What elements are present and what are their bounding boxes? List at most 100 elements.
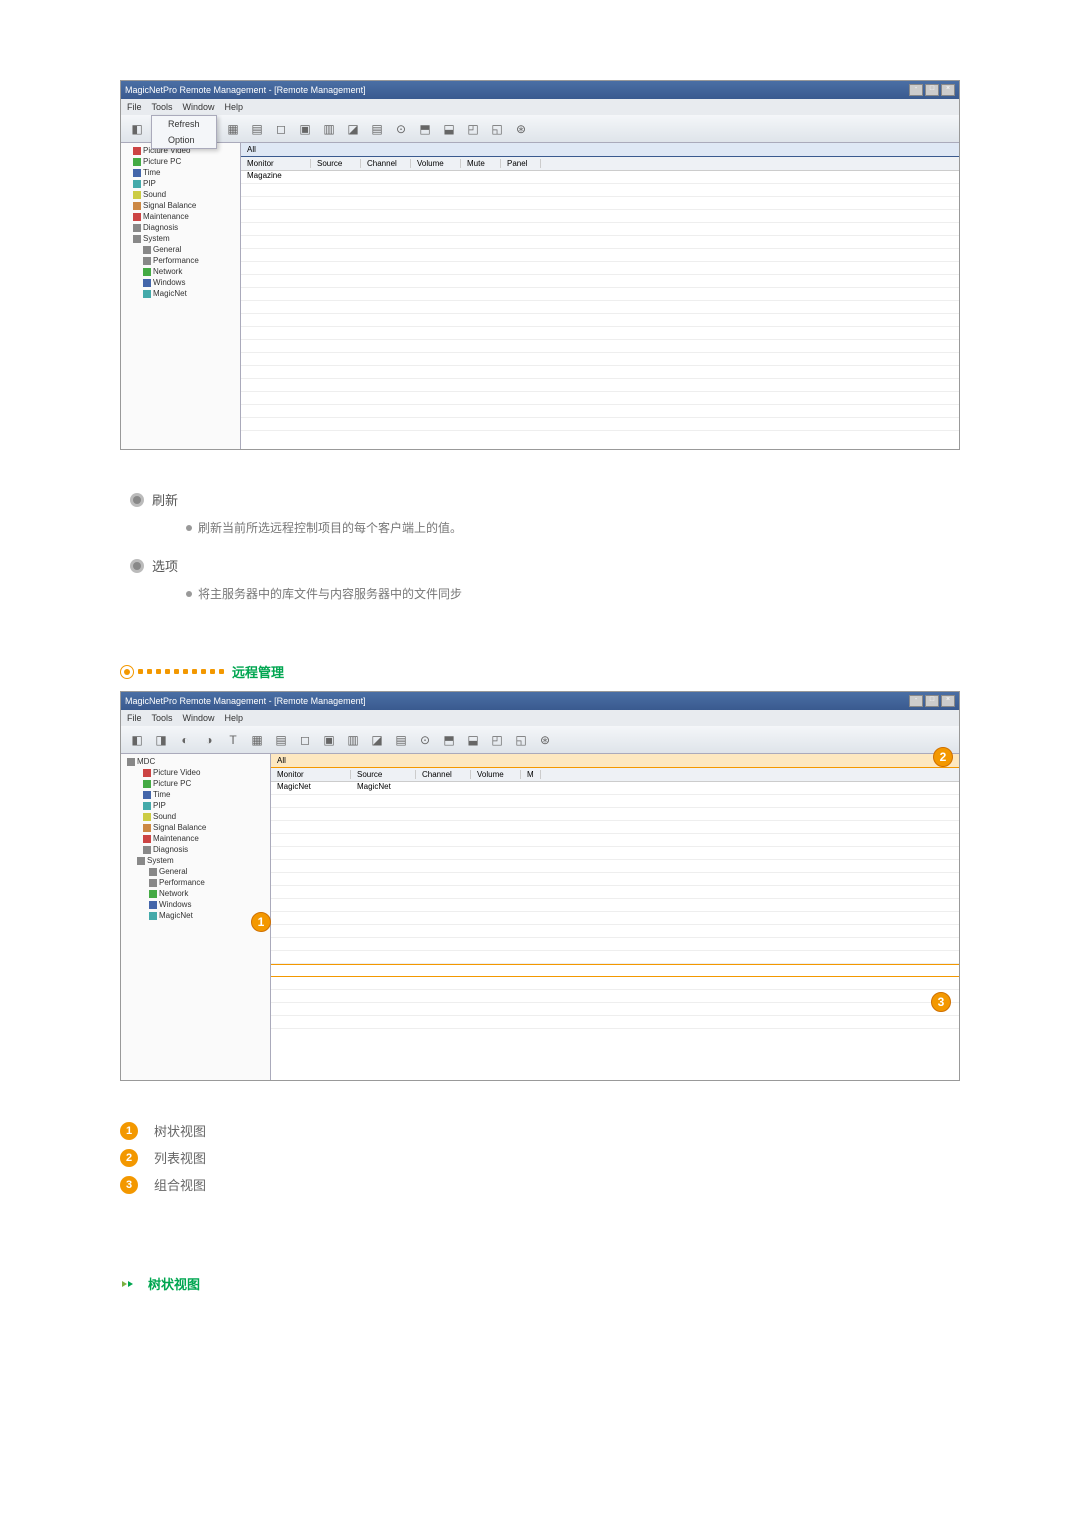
toolbar-icon-5[interactable]: ▦: [223, 119, 243, 139]
tree-item-label[interactable]: Picture PC: [153, 779, 191, 788]
toolbar-icon-8[interactable]: ▣: [295, 119, 315, 139]
tree-item-label[interactable]: Performance: [153, 256, 199, 265]
col-monitor[interactable]: Monitor: [241, 159, 311, 168]
tree-item-label[interactable]: General: [153, 245, 181, 254]
tree-item-label[interactable]: Picture Video: [153, 768, 200, 777]
dropdown-refresh[interactable]: Refresh: [152, 116, 216, 132]
close-button[interactable]: ×: [941, 84, 955, 96]
toolbar-icon-12[interactable]: ▤: [391, 730, 411, 750]
tree-item-label[interactable]: System: [147, 856, 174, 865]
toolbar-icon-7[interactable]: ▤: [271, 730, 291, 750]
list-view: All Monitor Source Channel Volume Mute P…: [241, 143, 959, 449]
menu-file[interactable]: File: [127, 713, 142, 723]
list-filter[interactable]: All: [271, 754, 959, 768]
tree-item-label[interactable]: MagicNet: [159, 911, 193, 920]
minimize-button[interactable]: -: [909, 695, 923, 707]
tree-item-label[interactable]: General: [159, 867, 187, 876]
toolbar-icon-9[interactable]: ▥: [319, 119, 339, 139]
toolbar-icon-17[interactable]: ◱: [511, 730, 531, 750]
tree-item-label[interactable]: Network: [153, 267, 182, 276]
toolbar-icon-7[interactable]: ◻: [271, 119, 291, 139]
menu-help[interactable]: Help: [225, 102, 244, 112]
toolbar-icon-14[interactable]: ⬒: [439, 730, 459, 750]
minimize-button[interactable]: -: [909, 84, 923, 96]
toolbar-icon-10[interactable]: ◪: [343, 119, 363, 139]
list-filter[interactable]: All: [241, 143, 959, 157]
tree-item-label[interactable]: Network: [159, 889, 188, 898]
toolbar-icon-11[interactable]: ▤: [367, 119, 387, 139]
col-m[interactable]: M: [521, 770, 541, 779]
toolbar-icon-12[interactable]: ⊙: [391, 119, 411, 139]
col-volume[interactable]: Volume: [411, 159, 461, 168]
list-row: [271, 925, 959, 938]
toolbar-icon-16[interactable]: ◱: [487, 119, 507, 139]
list-row[interactable]: Magazine: [241, 171, 959, 184]
tree-icon: [133, 202, 141, 210]
toolbar-icon-1[interactable]: ◧: [127, 119, 147, 139]
list-row[interactable]: MagicNet MagicNet: [271, 782, 959, 795]
tree-item-label[interactable]: System: [143, 234, 170, 243]
menu-window[interactable]: Window: [183, 102, 215, 112]
toolbar-icon-6[interactable]: ▦: [247, 730, 267, 750]
toolbar-icon-17[interactable]: ⊛: [511, 119, 531, 139]
tree-root[interactable]: MDC: [137, 757, 155, 766]
toolbar-icon-3[interactable]: ◐: [175, 730, 195, 750]
maximize-button[interactable]: □: [925, 84, 939, 96]
col-mute[interactable]: Mute: [461, 159, 501, 168]
col-volume[interactable]: Volume: [471, 770, 521, 779]
menu-file[interactable]: File: [127, 102, 142, 112]
menu-window[interactable]: Window: [183, 713, 215, 723]
menu-tools[interactable]: Tools: [152, 713, 173, 723]
legend-row-2: 2 列表视图: [120, 1148, 960, 1167]
tree-item-label[interactable]: Windows: [153, 278, 185, 287]
toolbar-icon-9[interactable]: ▣: [319, 730, 339, 750]
tree-item-label[interactable]: Diagnosis: [153, 845, 188, 854]
tree-icon: [149, 879, 157, 887]
toolbar-icon-6[interactable]: ▤: [247, 119, 267, 139]
tools-dropdown: Refresh Option: [151, 115, 217, 149]
tree-item-label[interactable]: PIP: [143, 179, 156, 188]
toolbar-icon-13[interactable]: ⊙: [415, 730, 435, 750]
menu-tools[interactable]: Tools: [152, 102, 173, 112]
toolbar-icon-text[interactable]: T: [223, 730, 243, 750]
tree-item-label[interactable]: Signal Balance: [153, 823, 206, 832]
toolbar-icon-14[interactable]: ⬓: [439, 119, 459, 139]
tree-item-label[interactable]: PIP: [153, 801, 166, 810]
toolbar-icon-2[interactable]: ◨: [151, 730, 171, 750]
maximize-button[interactable]: □: [925, 695, 939, 707]
toolbar-icon-15[interactable]: ⬓: [463, 730, 483, 750]
tree-view[interactable]: Picture Video Picture PC Time PIP Sound …: [121, 143, 241, 449]
tree-item-label[interactable]: Maintenance: [153, 834, 199, 843]
toolbar-icon-4[interactable]: ◑: [199, 730, 219, 750]
col-source[interactable]: Source: [311, 159, 361, 168]
toolbar-icon-11[interactable]: ◪: [367, 730, 387, 750]
toolbar-icon-16[interactable]: ◰: [487, 730, 507, 750]
toolbar-icon-10[interactable]: ▥: [343, 730, 363, 750]
toolbar-icon-18[interactable]: ⊛: [535, 730, 555, 750]
tree-item-label[interactable]: MagicNet: [153, 289, 187, 298]
tree-item-label[interactable]: Diagnosis: [143, 223, 178, 232]
toolbar-icon-8[interactable]: ◻: [295, 730, 315, 750]
col-monitor[interactable]: Monitor: [271, 770, 351, 779]
col-channel[interactable]: Channel: [361, 159, 411, 168]
col-channel[interactable]: Channel: [416, 770, 471, 779]
tree-item-label[interactable]: Windows: [159, 900, 191, 909]
tree-item-label[interactable]: Picture PC: [143, 157, 181, 166]
dropdown-option[interactable]: Option: [152, 132, 216, 148]
tree-item-label[interactable]: Maintenance: [143, 212, 189, 221]
col-panel[interactable]: Panel: [501, 159, 541, 168]
tree-view[interactable]: MDC Picture Video Picture PC Time PIP So…: [121, 754, 271, 1080]
close-button[interactable]: ×: [941, 695, 955, 707]
tree-icon: [149, 868, 157, 876]
tree-item-label[interactable]: Time: [153, 790, 170, 799]
tree-item-label[interactable]: Performance: [159, 878, 205, 887]
col-source[interactable]: Source: [351, 770, 416, 779]
toolbar-icon-1[interactable]: ◧: [127, 730, 147, 750]
tree-item-label[interactable]: Time: [143, 168, 160, 177]
toolbar-icon-15[interactable]: ◰: [463, 119, 483, 139]
tree-item-label[interactable]: Sound: [153, 812, 176, 821]
tree-item-label[interactable]: Sound: [143, 190, 166, 199]
tree-item-label[interactable]: Signal Balance: [143, 201, 196, 210]
toolbar-icon-13[interactable]: ⬒: [415, 119, 435, 139]
menu-help[interactable]: Help: [225, 713, 244, 723]
